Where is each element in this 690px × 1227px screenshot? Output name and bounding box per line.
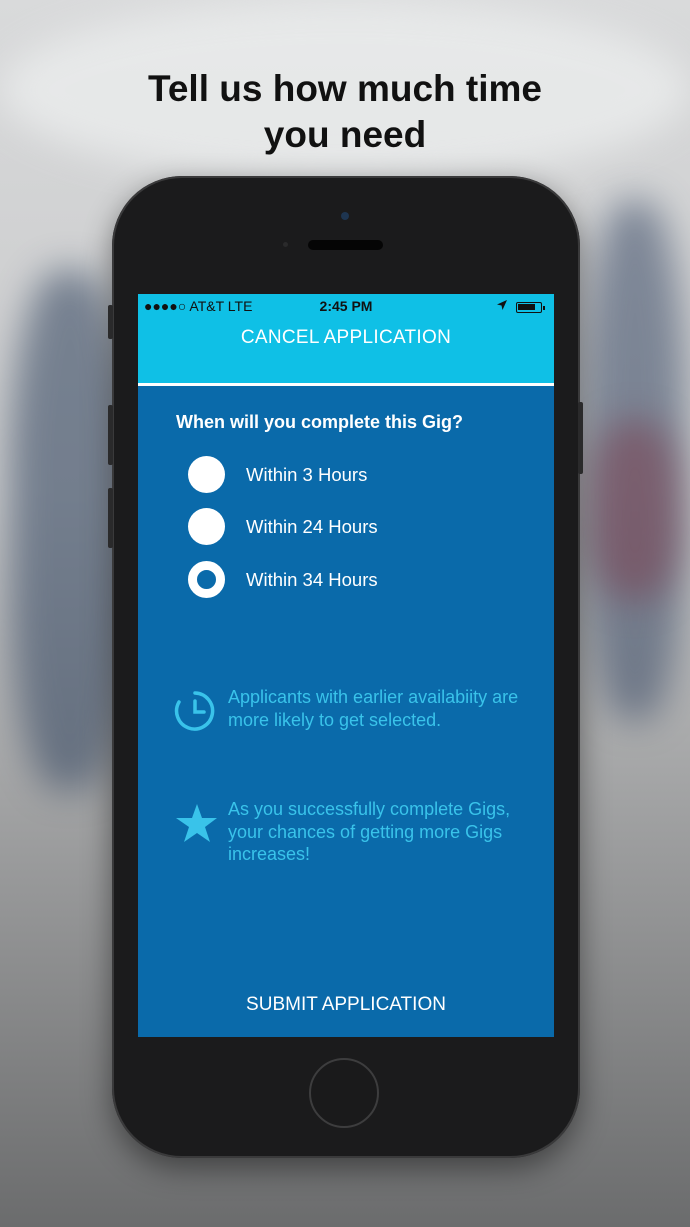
radio-button-selected[interactable]: [188, 561, 225, 598]
tip-text: As you successfully complete Gigs, your …: [228, 799, 511, 864]
completion-question: When will you complete this Gig?: [176, 412, 464, 432]
radio-button[interactable]: [188, 456, 225, 493]
headline-line-1: Tell us how much time: [147, 68, 543, 109]
star-icon: [174, 802, 217, 844]
phone-mute-switch: [108, 305, 113, 339]
option-label: Within 34 Hours: [246, 569, 378, 590]
clock-icon: [174, 690, 216, 732]
battery-nub: [543, 306, 545, 310]
status-time: 2:45 PM: [319, 298, 373, 314]
proximity-sensor: [283, 242, 288, 247]
headline-line-2: you need: [263, 114, 427, 155]
battery-icon: [516, 302, 545, 313]
phone-volume-down: [108, 488, 113, 548]
submit-application-button[interactable]: SUBMIT APPLICATION: [138, 994, 554, 1016]
earpiece-speaker: [308, 240, 383, 250]
app-screen: ●●●●○ AT&T LTE 2:45 PM CANCEL APPLICATIO…: [138, 294, 554, 1037]
cancel-application-button[interactable]: CANCEL APPLICATION: [138, 327, 554, 349]
battery-fill: [518, 304, 535, 310]
option-label: Within 24 Hours: [246, 516, 378, 537]
phone-power-button: [578, 402, 583, 474]
option-within-3-hours[interactable]: Within 3 Hours: [188, 456, 508, 494]
front-camera: [341, 212, 349, 220]
location-arrow-icon: [496, 299, 508, 314]
status-bar: ●●●●○ AT&T LTE 2:45 PM: [138, 298, 554, 318]
option-within-24-hours[interactable]: Within 24 Hours: [188, 508, 508, 546]
tip-text: Applicants with earlier availabiity are …: [228, 687, 519, 730]
radio-button[interactable]: [188, 508, 225, 545]
headline: Tell us how much time you need: [0, 66, 690, 158]
phone-volume-up: [108, 405, 113, 465]
option-label: Within 3 Hours: [246, 464, 368, 485]
home-button[interactable]: [309, 1058, 379, 1128]
option-within-34-hours[interactable]: Within 34 Hours: [188, 561, 508, 599]
top-bar: ●●●●○ AT&T LTE 2:45 PM CANCEL APPLICATIO…: [138, 294, 554, 386]
background-figure: [590, 420, 680, 600]
